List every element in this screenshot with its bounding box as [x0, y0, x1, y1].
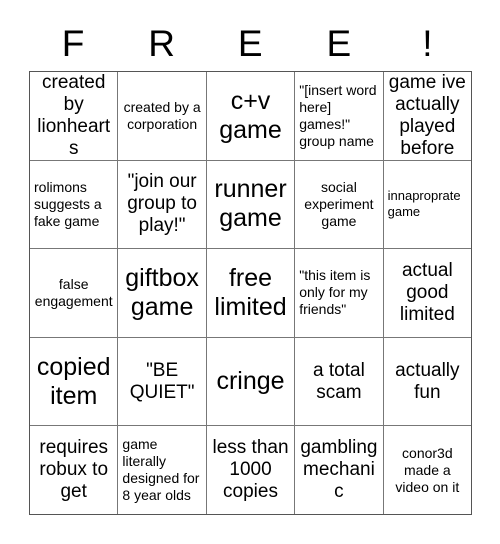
bingo-cell-text: a total scam — [313, 359, 365, 403]
bingo-header: F R E E ! — [29, 16, 472, 71]
bingo-cell-text: created by a corporation — [123, 98, 201, 132]
bingo-row: created by lionhearts created by a corpo… — [30, 72, 471, 161]
bingo-cell-text: free limited — [214, 263, 287, 321]
bingo-cell-text: requires robux to get — [39, 437, 109, 503]
header-letter-4: E — [326, 22, 352, 64]
bingo-cell[interactable]: "this item is only for my friends" — [295, 249, 384, 337]
bingo-cell-text: conor3d made a video on it — [395, 444, 460, 495]
bingo-cell[interactable]: "join our group to play!" — [118, 160, 207, 249]
bingo-cell-text: "BE QUIET" — [129, 359, 195, 403]
bingo-cell[interactable]: actually fun — [384, 338, 471, 426]
header-letter-5: ! — [422, 22, 434, 64]
bingo-cell[interactable]: free limited — [207, 249, 296, 337]
bingo-cell-text: innaproprate game — [387, 188, 461, 220]
bingo-row: requires robux to get game literally des… — [30, 426, 471, 514]
bingo-cell[interactable]: copied item — [30, 337, 119, 426]
bingo-cell[interactable]: requires robux to get — [30, 426, 119, 514]
bingo-cell[interactable]: runner game — [207, 160, 296, 249]
bingo-cell[interactable]: a total scam — [295, 337, 384, 426]
bingo-cell[interactable]: game ive actually played before — [384, 72, 471, 160]
bingo-cell-text: false engagement — [34, 275, 113, 309]
bingo-cell[interactable]: less than 1000 copies — [207, 426, 296, 514]
bingo-row: rolimons suggests a fake game "join our … — [30, 160, 471, 250]
bingo-grid: created by lionhearts created by a corpo… — [29, 71, 472, 515]
bingo-cell-text: rolimons suggests a fake game — [34, 178, 102, 229]
bingo-cell[interactable]: gambling mechanic — [295, 426, 384, 514]
bingo-row: copied item "BE QUIET" cringe a total sc… — [30, 337, 471, 427]
bingo-cell[interactable]: cringe — [207, 337, 296, 426]
header-letter-2: R — [148, 22, 176, 64]
bingo-cell[interactable]: false engagement — [30, 249, 119, 337]
bingo-cell[interactable]: rolimons suggests a fake game — [30, 160, 119, 249]
bingo-cell-text: "this item is only for my friends" — [299, 267, 371, 318]
bingo-cell-text: gambling mechanic — [300, 437, 378, 503]
bingo-cell-text: social experiment game — [304, 178, 374, 229]
bingo-cell[interactable]: "BE QUIET" — [118, 337, 207, 426]
bingo-cell[interactable]: c+v game — [207, 72, 296, 160]
bingo-cell-text: giftbox game — [125, 263, 199, 321]
bingo-cell-text: runner game — [214, 175, 287, 233]
bingo-cell[interactable]: actual good limited — [384, 249, 471, 337]
bingo-cell[interactable]: innaproprate game — [384, 161, 471, 249]
bingo-cell-text: actually fun — [395, 359, 460, 403]
bingo-row: false engagement giftbox game free limit… — [30, 249, 471, 338]
bingo-cell-text: game literally designed for 8 year olds — [122, 436, 200, 504]
bingo-cell-text: cringe — [216, 367, 285, 396]
bingo-cell[interactable]: created by a corporation — [118, 72, 207, 160]
bingo-cell[interactable]: conor3d made a video on it — [384, 426, 471, 514]
bingo-cell-text: game ive actually played before — [388, 72, 466, 159]
bingo-cell[interactable]: game literally designed for 8 year olds — [118, 426, 207, 514]
bingo-cell-text: "[insert word here] games!" group name — [299, 81, 377, 149]
bingo-cell-text: copied item — [36, 352, 111, 410]
bingo-cell[interactable]: giftbox game — [118, 249, 207, 337]
bingo-cell[interactable]: created by lionhearts — [30, 72, 119, 160]
bingo-cell-text: less than 1000 copies — [212, 437, 289, 503]
header-letter-1: F — [61, 22, 85, 64]
bingo-cell-text: created by lionhearts — [37, 72, 111, 159]
bingo-cell-text: actual good limited — [399, 259, 455, 325]
bingo-cell[interactable]: social experiment game — [295, 160, 384, 249]
bingo-cell-text: c+v game — [219, 86, 282, 144]
bingo-cell[interactable]: "[insert word here] games!" group name — [295, 72, 384, 160]
bingo-cell-text: "join our group to play!" — [127, 171, 197, 237]
header-letter-3: E — [237, 22, 264, 64]
bingo-card: F R E E ! created by lionhearts created … — [0, 0, 500, 544]
